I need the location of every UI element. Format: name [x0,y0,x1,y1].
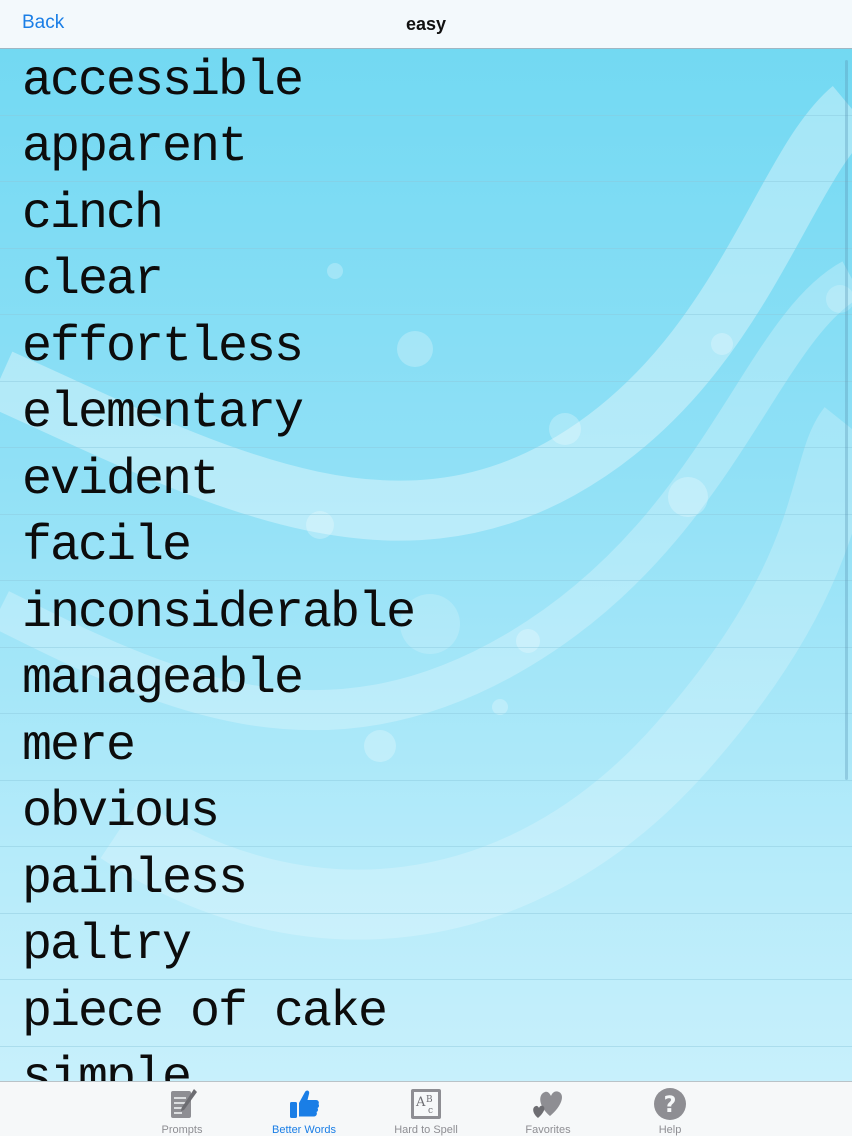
tab-help[interactable]: ? Help [609,1082,731,1136]
word-label: clear [22,252,164,310]
word-label: obvious [22,784,220,842]
word-label: apparent [22,119,248,177]
word-label: piece of cake [22,983,388,1041]
tab-label: Hard to Spell [394,1124,458,1136]
word-label: paltry [22,917,192,975]
word-label: effortless [22,318,304,376]
list-item[interactable]: manageable [0,648,852,714]
list-item[interactable]: accessible [0,49,852,116]
list-item[interactable]: mere [0,714,852,781]
word-label: simple [22,1050,192,1081]
svg-text:A: A [415,1095,426,1110]
question-icon: ? [654,1088,686,1120]
word-label: accessible [22,52,304,110]
list-item[interactable]: cinch [0,182,852,249]
tab-label: Help [658,1124,682,1136]
notepad-pencil-icon [171,1089,197,1118]
list-item[interactable]: facile [0,515,852,581]
word-label: elementary [22,385,304,443]
list-item[interactable]: inconsiderable [0,581,852,648]
tab-label: Favorites [525,1124,571,1136]
scroll-indicator[interactable] [845,60,848,780]
back-button[interactable]: Back [22,12,64,34]
word-label: painless [22,850,248,908]
list-item[interactable]: clear [0,249,852,315]
list-item[interactable]: painless [0,847,852,914]
tab-better-words[interactable]: Better Words [243,1082,365,1136]
list-item[interactable]: paltry [0,914,852,980]
tab-bar: Prompts Better Words A B c Hard to Spell… [0,1081,852,1136]
hearts-icon [533,1091,562,1118]
list-item[interactable]: simple [0,1047,852,1081]
page-title: easy [405,13,447,34]
svg-text:c: c [428,1106,433,1116]
tab-label: Better Words [272,1124,336,1136]
tab-prompts[interactable]: Prompts [121,1082,243,1136]
svg-text:?: ? [664,1093,677,1118]
word-label: inconsiderable [22,584,416,642]
thumbs-up-icon [290,1090,320,1118]
list-item[interactable]: elementary [0,382,852,448]
word-label: mere [22,717,136,775]
word-label: cinch [22,185,164,243]
word-label: facile [22,518,192,576]
tab-favorites[interactable]: Favorites [487,1082,609,1136]
list-item[interactable]: apparent [0,116,852,182]
word-label: manageable [22,651,304,709]
list-item[interactable]: obvious [0,781,852,847]
abc-book-icon: A B c [411,1089,441,1119]
list-item[interactable]: effortless [0,315,852,382]
list-item[interactable]: piece of cake [0,980,852,1047]
svg-text:B: B [426,1095,433,1105]
tab-hard-to-spell[interactable]: A B c Hard to Spell [365,1082,487,1136]
word-list[interactable]: accessible apparent cinch clear effortle… [0,49,852,1081]
tab-label: Prompts [161,1124,203,1136]
navigation-bar: Back easy [0,0,852,49]
list-item[interactable]: evident [0,448,852,515]
word-label: evident [22,451,220,509]
